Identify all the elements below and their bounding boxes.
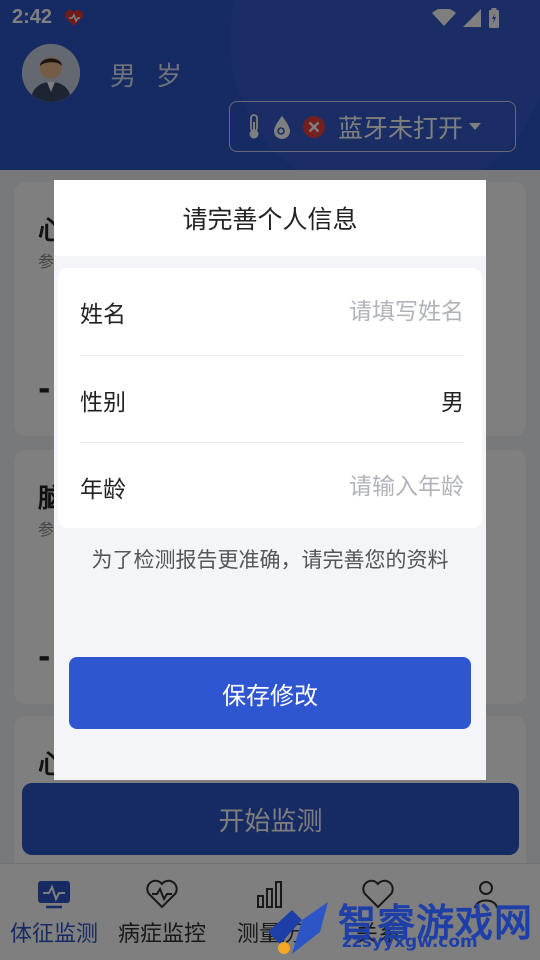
watermark-logo-icon xyxy=(268,902,328,954)
dialog-title: 请完善个人信息 xyxy=(182,205,358,234)
name-input[interactable] xyxy=(244,298,464,325)
dialog-header: 请完善个人信息 xyxy=(54,180,486,256)
gender-row[interactable]: 性别 男 xyxy=(80,356,464,443)
watermark-logo: 智睿游戏网 zzsyyxgw.com xyxy=(262,890,540,960)
name-label: 姓名 xyxy=(80,301,126,328)
save-changes-button[interactable]: 保存修改 xyxy=(69,657,471,729)
age-row: 年龄 xyxy=(80,443,464,530)
info-hint: 为了检测报告更准确，请完善您的资料 xyxy=(91,548,449,572)
personal-info-dialog: 请完善个人信息 姓名 性别 男 年龄 为了检测报告更准确，请完善您的资料 保存修… xyxy=(54,180,486,780)
gender-label: 性别 xyxy=(80,389,126,416)
watermark-url: zzsyyxgw.com xyxy=(342,932,478,952)
gender-value[interactable]: 男 xyxy=(441,383,464,417)
name-row: 姓名 xyxy=(80,268,464,355)
age-label: 年龄 xyxy=(80,476,126,503)
info-form: 姓名 性别 男 年龄 xyxy=(58,268,482,528)
age-input[interactable] xyxy=(244,473,464,500)
